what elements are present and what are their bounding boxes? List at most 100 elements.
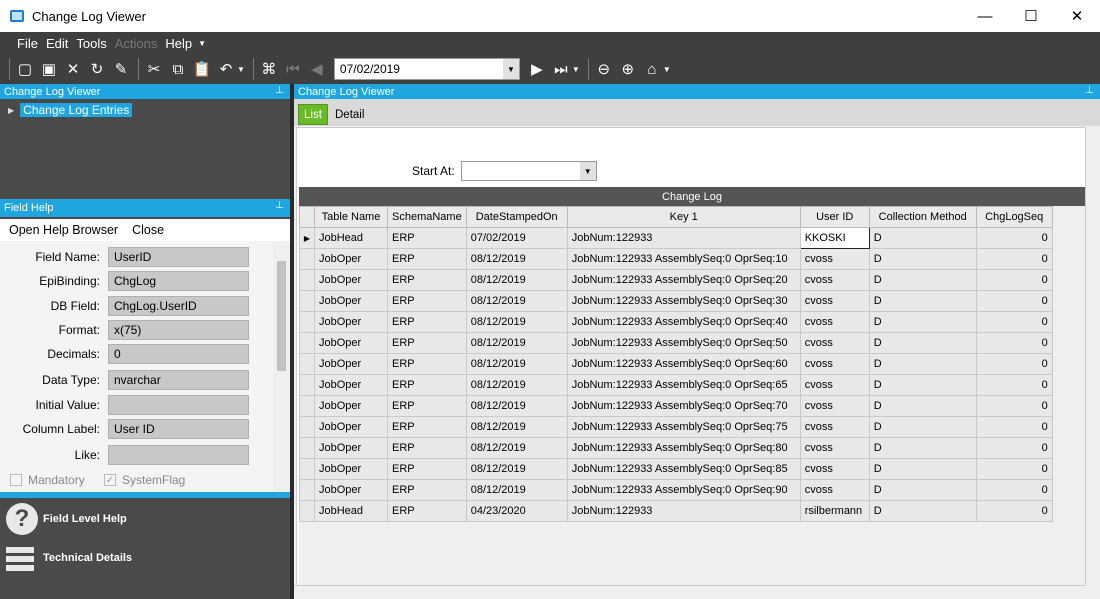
collection-method-cell[interactable]: D <box>868 458 977 480</box>
schema-name-cell[interactable]: ERP <box>387 500 467 522</box>
collection-method-cell[interactable]: D <box>868 500 977 522</box>
expand-icon[interactable]: ▶ <box>8 106 14 115</box>
collection-method-cell[interactable]: D <box>868 353 977 375</box>
previous-record-icon[interactable]: ◀ <box>306 58 328 80</box>
schema-name-cell[interactable]: ERP <box>387 227 467 249</box>
menu-overflow-icon[interactable]: ▼ <box>198 39 206 48</box>
collection-method-cell[interactable]: D <box>868 395 977 417</box>
user-id-cell[interactable]: cvoss <box>799 416 870 438</box>
menu-file[interactable]: File <box>17 36 38 51</box>
save-icon[interactable]: ▣ <box>38 58 60 80</box>
last-record-icon[interactable]: ⏭ <box>550 58 572 80</box>
col-date-stamped-on[interactable]: DateStampedOn <box>465 206 568 228</box>
delete-icon[interactable]: ✕ <box>62 58 84 80</box>
paste-icon[interactable]: 📋 <box>191 58 213 80</box>
chglogseq-cell[interactable]: 0 <box>975 227 1053 249</box>
open-help-browser-button[interactable]: Open Help Browser <box>9 223 118 237</box>
schema-name-cell[interactable]: ERP <box>387 311 467 333</box>
tab-detail[interactable]: Detail <box>330 104 369 125</box>
new-icon[interactable]: ▢ <box>14 58 36 80</box>
tree-item-change-log-entries[interactable]: ▶ Change Log Entries <box>8 103 133 117</box>
key1-cell[interactable]: JobNum:122933 AssemblySeq:0 OprSeq:65 <box>566 374 801 396</box>
table-row[interactable]: JobOper ERP 08/12/2019 JobNum:122933 Assemb… <box>299 395 1053 417</box>
date-stamped-cell[interactable]: 08/12/2019 <box>465 353 568 375</box>
col-schema-name[interactable]: SchemaName <box>387 206 467 228</box>
date-stamped-cell[interactable]: 08/12/2019 <box>465 458 568 480</box>
chglogseq-cell[interactable]: 0 <box>975 353 1053 375</box>
date-stamped-cell[interactable]: 08/12/2019 <box>465 416 568 438</box>
table-name-cell[interactable]: JobOper <box>314 332 388 354</box>
table-row[interactable]: JobOper ERP 08/12/2019 JobNum:122933 Assemb… <box>299 416 1053 438</box>
chglogseq-cell[interactable]: 0 <box>975 332 1053 354</box>
undo-icon[interactable]: ↶ <box>215 58 237 80</box>
schema-name-cell[interactable]: ERP <box>387 248 467 270</box>
date-stamped-cell[interactable]: 08/12/2019 <box>465 311 568 333</box>
schema-name-cell[interactable]: ERP <box>387 479 467 501</box>
row-selector[interactable] <box>299 290 315 312</box>
chglogseq-cell[interactable]: 0 <box>975 416 1053 438</box>
chglogseq-cell[interactable]: 0 <box>975 269 1053 291</box>
collection-method-cell[interactable]: D <box>868 416 977 438</box>
user-id-cell[interactable]: cvoss <box>799 479 870 501</box>
key1-cell[interactable]: JobNum:122933 AssemblySeq:0 OprSeq:30 <box>566 290 801 312</box>
schema-name-cell[interactable]: ERP <box>387 416 467 438</box>
row-selector[interactable] <box>299 374 315 396</box>
table-row[interactable]: JobOper ERP 08/12/2019 JobNum:122933 Assemb… <box>299 353 1053 375</box>
schema-name-cell[interactable]: ERP <box>387 395 467 417</box>
browse-overflow-icon[interactable]: ▼ <box>663 65 671 74</box>
table-name-cell[interactable]: JobOper <box>314 416 388 438</box>
row-selector[interactable] <box>299 416 315 438</box>
minimize-button[interactable]: — <box>962 0 1008 32</box>
schema-name-cell[interactable]: ERP <box>387 269 467 291</box>
table-name-cell[interactable]: JobOper <box>314 395 388 417</box>
table-row[interactable]: ▶ JobHead ERP 07/02/2019 JobNum:122933 KKOSKI… <box>299 227 1053 249</box>
chglogseq-cell[interactable]: 0 <box>975 437 1053 459</box>
menu-tools[interactable]: Tools <box>76 36 106 51</box>
table-name-cell[interactable]: JobHead <box>314 227 388 249</box>
key1-cell[interactable]: JobNum:122933 AssemblySeq:0 OprSeq:70 <box>566 395 801 417</box>
table-name-cell[interactable]: JobOper <box>314 311 388 333</box>
binoculars-icon[interactable]: ⌘ <box>258 58 280 80</box>
table-row[interactable]: JobOper ERP 08/12/2019 JobNum:122933 Assemb… <box>299 332 1053 354</box>
start-at-combo[interactable]: ▼ <box>460 161 597 181</box>
chevron-down-icon[interactable]: ▼ <box>502 59 519 79</box>
date-stamped-cell[interactable]: 07/02/2019 <box>465 227 568 249</box>
chglogseq-cell[interactable]: 0 <box>975 311 1053 333</box>
table-name-cell[interactable]: JobOper <box>314 374 388 396</box>
table-row[interactable]: JobOper ERP 08/12/2019 JobNum:122933 Assemb… <box>299 248 1053 270</box>
key1-cell[interactable]: JobNum:122933 AssemblySeq:0 OprSeq:50 <box>566 332 801 354</box>
next-record-icon[interactable]: ▶ <box>526 58 548 80</box>
chglogseq-cell[interactable]: 0 <box>975 458 1053 480</box>
table-name-cell[interactable]: JobOper <box>314 458 388 480</box>
forward-icon[interactable]: ⊕ <box>617 58 639 80</box>
chglogseq-cell[interactable]: 0 <box>975 290 1053 312</box>
back-icon[interactable]: ⊖ <box>593 58 615 80</box>
row-selector[interactable] <box>299 479 315 501</box>
col-user-id[interactable]: User ID <box>799 206 870 228</box>
row-selector[interactable] <box>299 311 315 333</box>
user-id-cell[interactable]: cvoss <box>799 311 870 333</box>
row-selector[interactable] <box>299 353 315 375</box>
date-stamped-cell[interactable]: 08/12/2019 <box>465 248 568 270</box>
table-name-cell[interactable]: JobOper <box>314 437 388 459</box>
key1-cell[interactable]: JobNum:122933 AssemblySeq:0 OprSeq:10 <box>566 248 801 270</box>
refresh-icon[interactable]: ↻ <box>86 58 108 80</box>
collection-method-cell[interactable]: D <box>868 311 977 333</box>
pin-icon[interactable]: ⊥ <box>275 200 284 211</box>
table-name-cell[interactable]: JobOper <box>314 269 388 291</box>
close-window-button[interactable]: ✕ <box>1054 0 1100 32</box>
pin-icon[interactable]: ⊥ <box>275 85 284 96</box>
horizontal-scrollbar[interactable] <box>294 585 1086 599</box>
table-name-cell[interactable]: JobOper <box>314 479 388 501</box>
date-stamped-cell[interactable]: 04/23/2020 <box>465 500 568 522</box>
table-name-cell[interactable]: JobOper <box>314 353 388 375</box>
date-stamped-cell[interactable]: 08/12/2019 <box>465 437 568 459</box>
date-navigator-input[interactable]: 07/02/2019 ▼ <box>333 58 520 80</box>
key1-cell[interactable]: JobNum:122933 AssemblySeq:0 OprSeq:90 <box>566 479 801 501</box>
row-selector[interactable] <box>299 248 315 270</box>
key1-cell[interactable]: JobNum:122933 <box>566 500 801 522</box>
collection-method-cell[interactable]: D <box>868 290 977 312</box>
table-row[interactable]: JobOper ERP 08/12/2019 JobNum:122933 Assemb… <box>299 269 1053 291</box>
row-selector[interactable] <box>299 458 315 480</box>
chglogseq-cell[interactable]: 0 <box>975 479 1053 501</box>
